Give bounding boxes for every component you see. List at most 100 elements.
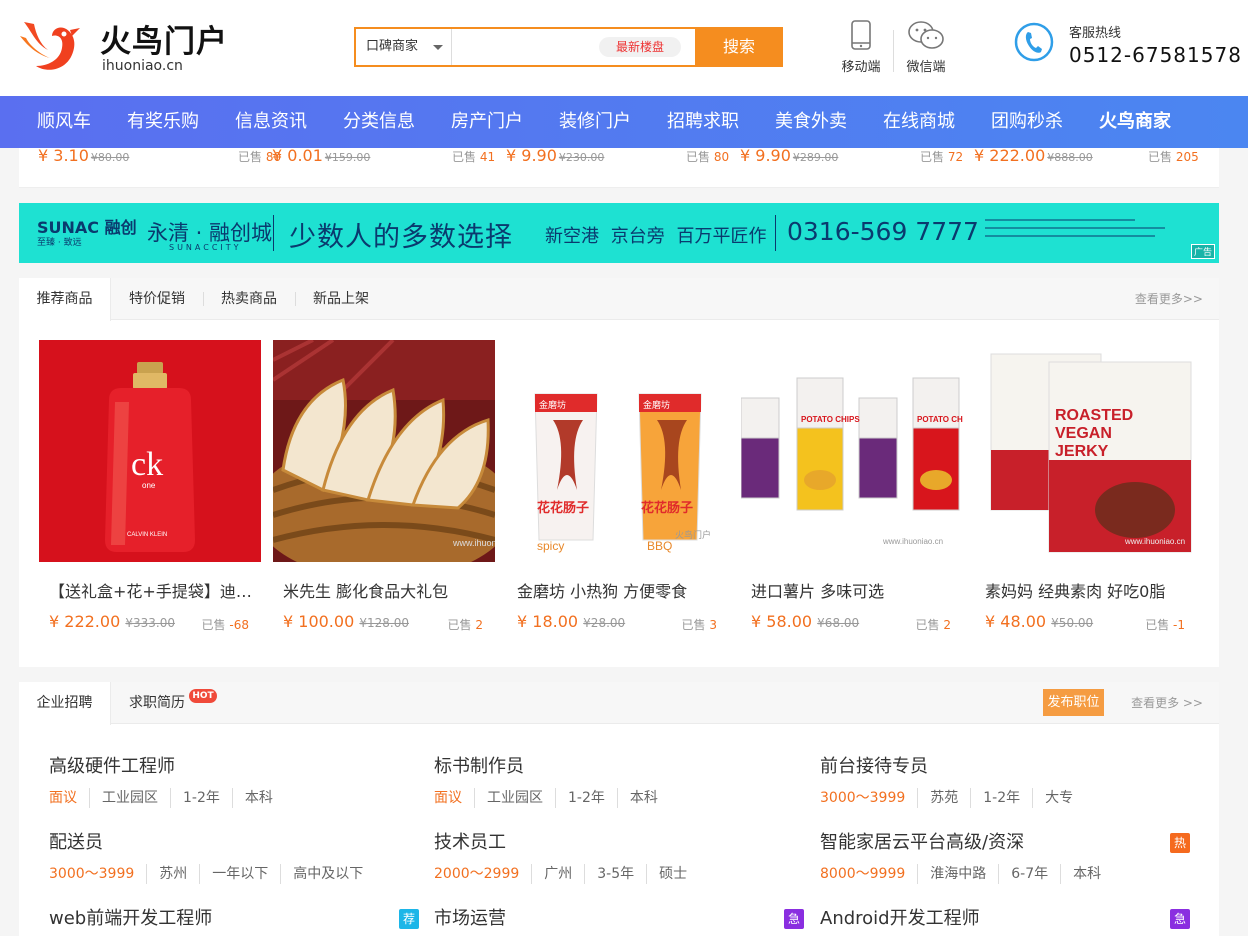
strip-old-price: ¥888.00 xyxy=(1047,151,1093,164)
nav-item-news[interactable]: 信息资讯 xyxy=(235,96,307,148)
job-tag-hot: 热 xyxy=(1170,833,1190,853)
product-name[interactable]: 金磨坊 小热狗 方便零食 xyxy=(517,578,727,602)
strip-item[interactable]: ¥ 9.90 ¥289.00 已售 72 xyxy=(740,148,963,166)
firebird-logo-icon[interactable] xyxy=(18,14,80,74)
jobs-tabs: 企业招聘 求职简历 HOT 发布职位 查看更多 >> xyxy=(19,682,1219,725)
tab-recommended[interactable]: 推荐商品 xyxy=(19,278,111,321)
wechat-link[interactable]: 微信端 xyxy=(896,20,956,75)
product-price: ¥ 100.00 ¥128.00 xyxy=(283,612,409,631)
nav-item-house[interactable]: 房产门户 xyxy=(451,96,523,148)
search-input[interactable] xyxy=(453,29,593,65)
strip-price: ¥ 9.90 xyxy=(506,148,557,165)
jerky-image[interactable]: ROASTED VEGAN JERKY www.ihuoniao.cn xyxy=(975,340,1197,562)
goods-tabs: 推荐商品 特价促销 热卖商品 新品上架 查看更多>> xyxy=(19,278,1219,321)
svg-text:one: one xyxy=(142,481,156,490)
search-hot-tag[interactable]: 最新楼盘 xyxy=(599,37,681,57)
strip-sold: 已售 205 xyxy=(1148,150,1199,164)
product-sold: 已售 2 xyxy=(447,618,483,632)
banner-divider xyxy=(273,215,274,251)
job-title[interactable]: web前端开发工程师 xyxy=(49,906,419,932)
job-title[interactable]: Android开发工程师 xyxy=(820,906,1190,932)
goods-more-link[interactable]: 查看更多>> xyxy=(1135,278,1203,320)
job-title[interactable]: 智能家居云平台高级/资深 xyxy=(820,830,1190,856)
strip-old-price: ¥159.00 xyxy=(324,151,371,164)
product-name[interactable]: 素妈妈 经典素肉 好吃0脂 xyxy=(985,578,1195,602)
product-name[interactable]: 进口薯片 多味可选 xyxy=(751,578,961,602)
job-item[interactable]: 配送员 3000～3999 苏州 一年以下 高中及以下 xyxy=(49,830,419,884)
jobs-more-link[interactable]: 查看更多 >> xyxy=(1131,682,1203,724)
strip-item[interactable]: ¥ 0.01 ¥159.00 已售 41 xyxy=(272,148,495,166)
perfume-image[interactable]: ck one CALVIN KLEIN xyxy=(39,340,261,562)
strip-sold: 已售 72 xyxy=(920,150,964,164)
chips-image[interactable]: POTATO CHIPS POTATO CHIPS www.ihuoniao.c… xyxy=(741,340,963,562)
product-price: ¥ 18.00 ¥28.00 xyxy=(517,612,626,631)
job-title[interactable]: 市场运营 xyxy=(434,906,804,932)
tab-special-offer[interactable]: 特价促销 xyxy=(129,278,185,320)
banner-brand-sub: 至臻 · 致远 xyxy=(37,238,82,248)
strip-item[interactable]: ¥ 3.10 ¥80.00 已售 80 xyxy=(38,148,281,166)
job-item[interactable]: 高级硬件工程师 面议 工业园区 1-2年 本科 xyxy=(49,754,419,808)
sausage-image[interactable]: 金磨坊 花花肠子 spicy 金磨坊 花花肠子 BBQ 火鸟门户 xyxy=(507,340,729,562)
strip-price: ¥ 222.00 xyxy=(974,148,1046,165)
wechat-label: 微信端 xyxy=(906,60,946,75)
product-price: ¥ 48.00 ¥50.00 xyxy=(985,612,1094,631)
product-card[interactable]: 金磨坊 花花肠子 spicy 金磨坊 花花肠子 BBQ 火鸟门户 金磨坊 小热狗… xyxy=(507,340,729,650)
nav-item-carpool[interactable]: 顺风车 xyxy=(37,96,91,148)
strip-price: ¥ 3.10 xyxy=(38,148,89,165)
banner-divider xyxy=(775,215,776,251)
tab-hot-sale[interactable]: 热卖商品 xyxy=(221,278,277,320)
banner-phone: 0316-569 7777 xyxy=(787,217,979,246)
job-item[interactable]: 技术员工 2000～2999 广州 3-5年 硕士 xyxy=(434,830,804,884)
publish-job-button[interactable]: 发布职位 xyxy=(1043,689,1104,716)
product-card[interactable]: ck one CALVIN KLEIN 【送礼盒+花+手提袋】迪奥香水 ¥ 22… xyxy=(39,340,261,650)
strip-old-price: ¥230.00 xyxy=(558,151,605,164)
product-name[interactable]: 【送礼盒+花+手提袋】迪奥香水 xyxy=(49,578,259,602)
job-title[interactable]: 技术员工 xyxy=(434,830,804,856)
search-bar: 口碑商家 最新楼盘 搜索 xyxy=(354,27,783,67)
tab-company-recruit[interactable]: 企业招聘 xyxy=(19,682,111,725)
site-header: 火鸟门户 ihuoniao.cn 口碑商家 最新楼盘 搜索 移动端 微信端 客服… xyxy=(0,0,1248,96)
job-item[interactable]: Android开发工程师 急 xyxy=(820,906,1190,932)
strip-price: ¥ 9.90 xyxy=(740,148,791,165)
job-item[interactable]: 智能家居云平台高级/资深 热 8000～9999 淮海中路 6-7年 本科 xyxy=(820,830,1190,884)
main-nav: 顺风车 有奖乐购 信息资讯 分类信息 房产门户 装修门户 招聘求职 美食外卖 在… xyxy=(0,96,1248,148)
product-card[interactable]: ROASTED VEGAN JERKY www.ihuoniao.cn 素妈妈 … xyxy=(975,340,1197,650)
strip-item[interactable]: ¥ 222.00 ¥888.00 已售 205 xyxy=(974,148,1199,166)
search-type-select[interactable]: 口碑商家 xyxy=(356,29,452,65)
banner-fineprint-image xyxy=(985,219,1165,237)
job-meta: 3000～3999 苏苑 1-2年 大专 xyxy=(820,788,1190,808)
job-item[interactable]: 市场运营 急 xyxy=(434,906,804,932)
job-title[interactable]: 配送员 xyxy=(49,830,419,856)
job-title[interactable]: 高级硬件工程师 xyxy=(49,754,419,780)
nav-item-mall[interactable]: 在线商城 xyxy=(883,96,955,148)
job-title[interactable]: 标书制作员 xyxy=(434,754,804,780)
product-name[interactable]: 米先生 膨化食品大礼包 xyxy=(283,578,493,602)
nav-item-classified[interactable]: 分类信息 xyxy=(343,96,415,148)
search-button[interactable]: 搜索 xyxy=(695,27,783,67)
strip-item[interactable]: ¥ 9.90 ¥230.00 已售 80 xyxy=(506,148,729,166)
mobile-link[interactable]: 移动端 xyxy=(831,20,891,75)
product-price: ¥ 222.00 ¥333.00 xyxy=(49,612,175,631)
tab-resume[interactable]: 求职简历 xyxy=(129,682,185,724)
ad-label: 广告 xyxy=(1190,244,1215,259)
product-card[interactable]: www.ihuoniao.cn 米先生 膨化食品大礼包 ¥ 100.00 ¥12… xyxy=(273,340,495,650)
nav-item-lottery[interactable]: 有奖乐购 xyxy=(127,96,199,148)
bread-image[interactable]: www.ihuoniao.cn xyxy=(273,340,495,562)
svg-text:CALVIN KLEIN: CALVIN KLEIN xyxy=(127,532,167,538)
nav-item-food[interactable]: 美食外卖 xyxy=(775,96,847,148)
job-title[interactable]: 前台接待专员 xyxy=(820,754,1190,780)
tab-separator xyxy=(295,292,296,306)
nav-item-groupbuy[interactable]: 团购秒杀 xyxy=(991,96,1063,148)
product-card[interactable]: POTATO CHIPS POTATO CHIPS www.ihuoniao.c… xyxy=(741,340,963,650)
logo-text: 火鸟门户 xyxy=(100,24,228,60)
nav-item-merchant[interactable]: 火鸟商家 xyxy=(1099,96,1171,148)
nav-item-jobs[interactable]: 招聘求职 xyxy=(667,96,739,148)
svg-text:BBQ: BBQ xyxy=(647,539,672,553)
tab-new-arrivals[interactable]: 新品上架 xyxy=(313,278,369,320)
job-item[interactable]: 前台接待专员 3000～3999 苏苑 1-2年 大专 xyxy=(820,754,1190,808)
banner-tags: 新空港 京台旁 百万平匠作 xyxy=(545,226,767,247)
job-item[interactable]: web前端开发工程师 荐 xyxy=(49,906,419,932)
job-item[interactable]: 标书制作员 面议 工业园区 1-2年 本科 xyxy=(434,754,804,808)
nav-item-decoration[interactable]: 装修门户 xyxy=(559,96,631,148)
banner-ad[interactable]: SUNAC 融创 至臻 · 致远 永清 · 融创城 SUNACCITY 少数人的… xyxy=(19,203,1219,263)
